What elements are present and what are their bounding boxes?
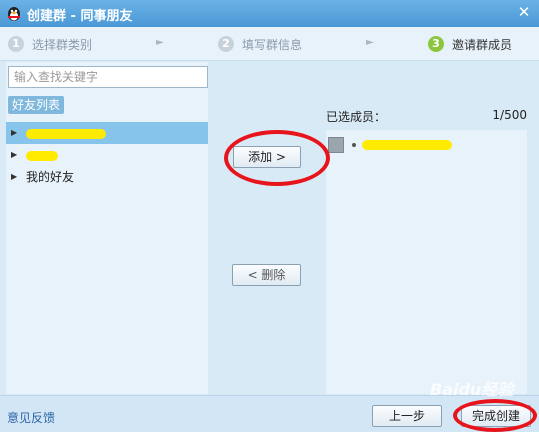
friend-tree: ▶ ▶ ▶ 我的好友: [6, 122, 208, 188]
chevron-right-icon: ►: [156, 37, 164, 48]
tree-group-label: 我的好友: [26, 170, 75, 184]
title-bar: 创建群 - 同事朋友 ✕: [0, 0, 539, 27]
caret-right-icon[interactable]: ▶: [11, 144, 17, 166]
redacted-name: [26, 150, 58, 161]
avatar: [328, 137, 344, 153]
status-dot: [352, 143, 356, 147]
window-title: 创建群 - 同事朋友: [27, 9, 133, 24]
finish-create-button[interactable]: 完成创建: [461, 405, 531, 427]
remove-button[interactable]: < 删除: [232, 264, 301, 286]
step-3: 3 邀请群成员: [428, 35, 512, 53]
search-input[interactable]: [8, 66, 208, 88]
tree-group-2[interactable]: ▶: [6, 144, 208, 166]
feedback-link[interactable]: 意见反馈: [7, 409, 55, 426]
tab-friend-list[interactable]: 好友列表: [8, 96, 65, 114]
friend-list-panel: 好友列表 ▶ ▶ ▶ 我的好友: [6, 62, 208, 394]
previous-step-button[interactable]: 上一步: [372, 405, 442, 427]
caret-right-icon[interactable]: ▶: [11, 166, 17, 188]
step-2-number: 2: [218, 36, 234, 52]
create-group-window: 创建群 - 同事朋友 ✕ 1 选择群类别 ► 2 填写群信息 ► 3 邀请群成员…: [0, 0, 539, 432]
tree-group-1[interactable]: ▶: [6, 122, 208, 144]
wizard-steps: 1 选择群类别 ► 2 填写群信息 ► 3 邀请群成员: [0, 27, 539, 61]
selected-count: 1/500: [492, 108, 527, 122]
close-button[interactable]: ✕: [513, 2, 535, 22]
caret-right-icon[interactable]: ▶: [11, 122, 17, 144]
chevron-right-icon: ►: [366, 37, 374, 48]
step-1: 1 选择群类别: [8, 35, 92, 53]
step-3-label: 邀请群成员: [452, 37, 513, 52]
step-2-label: 填写群信息: [242, 37, 303, 52]
redacted-name: [26, 128, 106, 139]
step-2: 2 填写群信息: [218, 35, 302, 53]
step-3-number: 3: [428, 36, 444, 52]
selected-member[interactable]: [328, 134, 452, 156]
bottom-bar: 意见反馈 上一步 完成创建: [0, 395, 539, 432]
add-button[interactable]: 添加 >: [233, 146, 301, 168]
selected-members-label: 已选成员：: [326, 110, 387, 124]
qq-penguin-icon: [8, 7, 20, 21]
step-1-label: 选择群类别: [32, 37, 93, 52]
baidu-watermark: Baidu经验: [430, 380, 514, 399]
selected-members-panel: [326, 130, 527, 394]
redacted-name: [362, 140, 452, 150]
step-1-number: 1: [8, 36, 24, 52]
tree-group-3[interactable]: ▶ 我的好友: [6, 166, 208, 188]
